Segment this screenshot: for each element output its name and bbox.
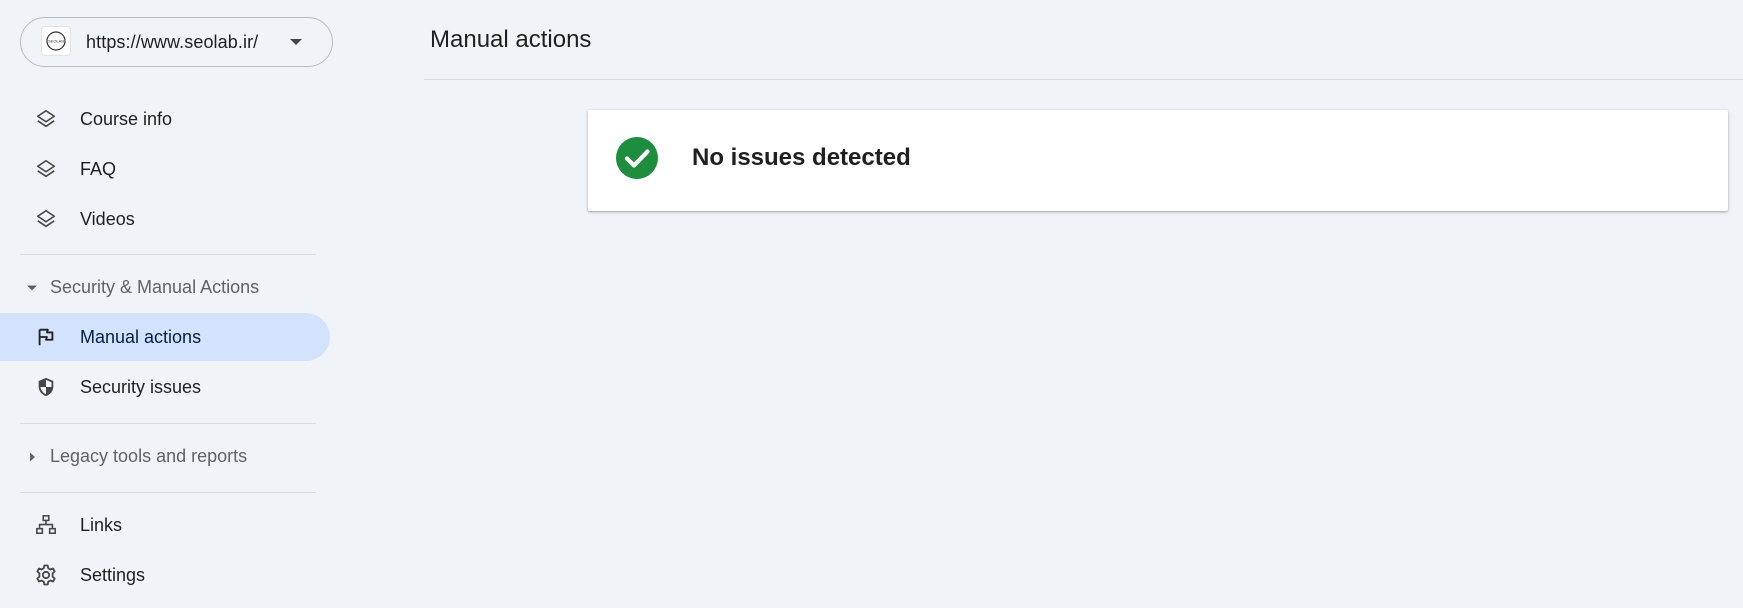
svg-text:SEOLAB: SEOLAB (48, 39, 64, 44)
gear-icon (34, 563, 58, 587)
layers-icon (34, 157, 58, 181)
sidebar-item-label: Settings (80, 564, 146, 585)
status-card: No issues detected (588, 110, 1728, 211)
sidebar-item-videos[interactable]: Videos (0, 195, 330, 243)
property-logo: SEOLAB (41, 26, 71, 56)
sidebar-item-manual-actions[interactable]: Manual actions (0, 313, 330, 361)
sidebar-item-security-issues[interactable]: Security issues (0, 363, 330, 411)
sidebar-item-settings[interactable]: Settings (0, 551, 330, 599)
sidebar-item-label: Manual actions (80, 326, 202, 347)
sidebar-item-course-info[interactable]: Course info (0, 95, 330, 143)
status-text: No issues detected (692, 144, 911, 171)
header-divider (424, 79, 1743, 80)
sidebar-item-label: Videos (80, 208, 135, 229)
sitemap-icon (34, 513, 58, 537)
sidebar-item-faq[interactable]: FAQ (0, 145, 330, 193)
sidebar-item-links[interactable]: Links (0, 501, 330, 549)
sidebar-item-label: Links (80, 514, 123, 535)
check-circle-icon (616, 137, 658, 179)
divider (20, 423, 316, 424)
section-security-manual-actions[interactable]: Security & Manual Actions (0, 267, 330, 307)
shield-icon (34, 375, 58, 399)
page-title: Manual actions (430, 26, 592, 53)
property-selector[interactable]: SEOLAB https://www.seolab.ir/ (20, 17, 333, 67)
sidebar: SEOLAB https://www.seolab.ir/ Course inf… (0, 0, 340, 608)
sidebar-item-label: Security issues (80, 376, 202, 397)
sidebar-item-label: FAQ (80, 158, 117, 179)
flag-icon (34, 325, 58, 349)
property-url: https://www.seolab.ir/ (86, 32, 259, 52)
layers-icon (34, 107, 58, 131)
section-label: Legacy tools and reports (50, 445, 248, 466)
divider (20, 492, 316, 493)
section-legacy-tools[interactable]: Legacy tools and reports (0, 436, 330, 476)
layers-icon (34, 207, 58, 231)
sidebar-item-label: Course info (80, 108, 173, 129)
chevron-down-icon (290, 39, 302, 45)
section-label: Security & Manual Actions (50, 276, 260, 297)
divider (20, 254, 316, 255)
caret-down-icon (26, 281, 38, 293)
caret-right-icon (26, 450, 38, 462)
